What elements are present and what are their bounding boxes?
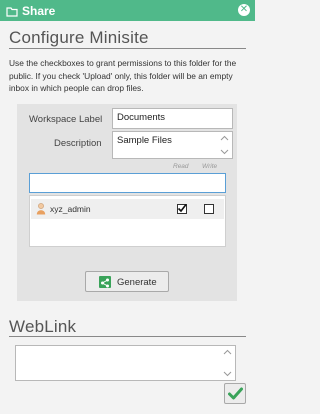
user-permission-list: xyz_admin (29, 195, 226, 247)
read-column-header: Read (173, 163, 189, 170)
weblink-divider (9, 336, 246, 337)
weblink-scrollbar[interactable] (223, 349, 232, 382)
configure-heading: Configure Minisite (9, 28, 149, 47)
folder-icon (6, 4, 18, 22)
checkmark-icon (228, 387, 243, 405)
heading-divider (9, 48, 246, 49)
user-icon (36, 202, 46, 220)
description-textarea[interactable]: Sample Files (112, 131, 233, 159)
dialog-titlebar: Share ✕ (0, 0, 255, 21)
write-checkbox[interactable] (204, 204, 214, 214)
description-caption: Description (54, 138, 102, 149)
configure-description: Use the checkboxes to grant permissions … (9, 58, 237, 93)
description-scrollbar[interactable] (220, 135, 229, 158)
workspace-label-caption: Workspace Label (29, 114, 103, 125)
close-icon[interactable]: ✕ (238, 4, 250, 16)
user-name: xyz_admin (50, 204, 91, 214)
confirm-button[interactable] (224, 383, 246, 404)
weblink-heading: WebLink (9, 317, 77, 336)
weblink-textarea[interactable] (15, 345, 236, 381)
list-item[interactable]: xyz_admin (31, 199, 224, 219)
generate-label: Generate (117, 277, 157, 288)
dialog-title: Share (22, 4, 56, 18)
write-column-header: Write (202, 163, 218, 170)
workspace-label-input[interactable]: Documents (112, 108, 233, 129)
read-checkbox[interactable] (177, 204, 187, 214)
user-search-input[interactable] (29, 173, 226, 193)
description-value: Sample Files (117, 135, 172, 146)
share-icon (99, 276, 111, 288)
generate-button[interactable]: Generate (85, 271, 169, 292)
